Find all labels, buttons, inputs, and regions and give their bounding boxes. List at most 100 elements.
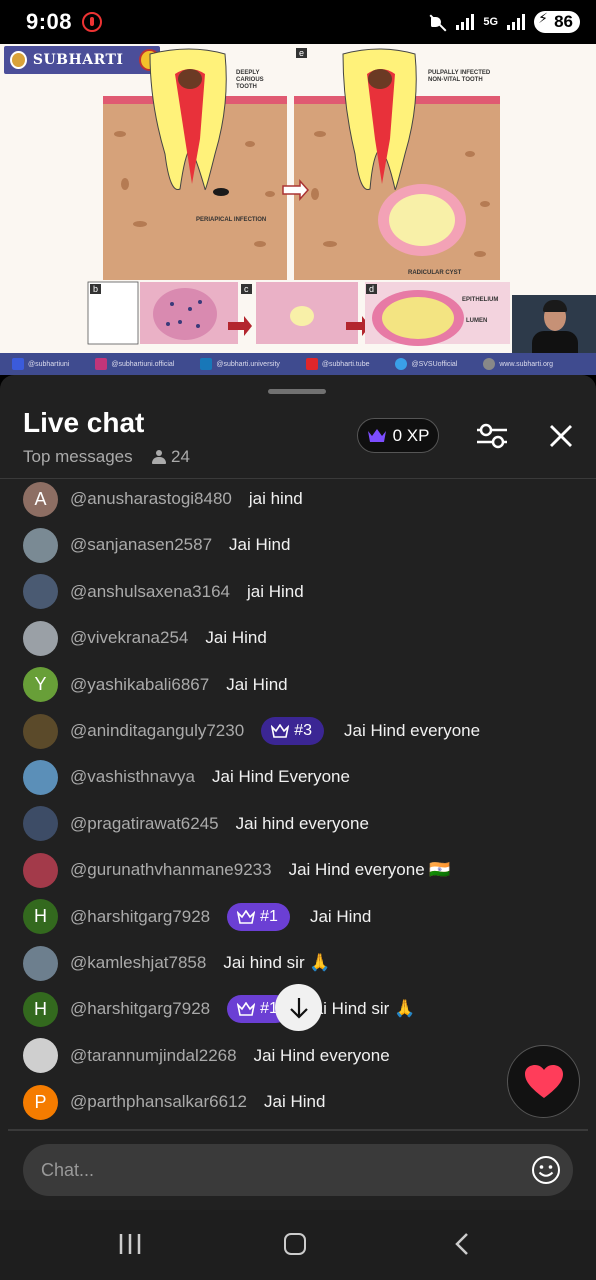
social-linkedin: @subharti.university — [200, 358, 280, 370]
avatar[interactable] — [23, 945, 58, 981]
avatar[interactable]: H — [23, 899, 58, 935]
avatar[interactable]: H — [23, 991, 58, 1027]
message-text: jai hind — [248, 489, 303, 508]
drag-handle[interactable] — [268, 389, 326, 394]
message-author[interactable]: @kamleshjat7858 — [70, 953, 206, 973]
avatar[interactable] — [23, 759, 58, 795]
avatar[interactable] — [23, 574, 58, 610]
person-icon — [152, 449, 166, 465]
message-author[interactable]: @tarannumjindal2268 — [70, 1046, 237, 1066]
chat-message[interactable]: @gurunathvhanmane9233 Jai Hind everyone 🇮… — [23, 852, 451, 888]
rank-badge-label: #3 — [294, 722, 312, 739]
panel-label-b: b — [90, 284, 102, 294]
chat-message[interactable]: @anshulsaxena3164 jai Hind — [23, 574, 304, 610]
chat-message[interactable]: A @anusharastogi8480 jai hind — [23, 481, 303, 517]
message-author[interactable]: @anusharastogi8480 — [70, 489, 232, 509]
chat-message[interactable]: @vivekrana254 Jai Hind — [23, 620, 267, 656]
recents-icon — [119, 1234, 141, 1254]
avatar[interactable] — [23, 620, 58, 656]
scroll-to-bottom-button[interactable] — [275, 984, 322, 1031]
message-author[interactable]: @gurunathvhanmane9233 — [70, 860, 272, 880]
message-author[interactable]: @harshitgarg7928 — [70, 999, 210, 1019]
rank-badge: #1 — [227, 902, 290, 931]
message-text: Jai Hind — [229, 535, 291, 555]
xp-button[interactable]: 0 XP — [357, 418, 439, 453]
chat-message[interactable]: @kamleshjat7858 Jai hind sir 🙏 — [23, 945, 331, 981]
message-author[interactable]: @harshitgarg7928 — [70, 907, 210, 927]
label-pulpally-infected: PULPALLY INFECTED NON-VITAL TOOTH — [428, 70, 491, 83]
social-web-label: www.subharti.org — [499, 360, 554, 368]
social-linkedin-label: @subharti.university — [216, 360, 280, 368]
label-radicular-cyst: RADICULAR CYST — [408, 270, 462, 276]
avatar[interactable]: P — [23, 1084, 58, 1120]
avatar[interactable]: Y — [23, 667, 58, 703]
instagram-icon — [95, 358, 108, 370]
emoji-button[interactable] — [531, 1155, 561, 1185]
avatar[interactable] — [23, 527, 58, 563]
crown-icon — [271, 724, 290, 738]
back-button[interactable] — [452, 1232, 474, 1256]
label-deeply-carious: DEEPLY CARIOUS TOOTH — [236, 70, 264, 90]
message-author[interactable]: @sanjanasen2587 — [70, 535, 212, 555]
chat-message[interactable]: @vashisthnavya Jai Hind Everyone — [23, 759, 350, 795]
chat-message[interactable]: @sanjanasen2587 Jai Hind — [23, 527, 290, 563]
avatar[interactable] — [23, 713, 58, 749]
message-author[interactable]: @anshulsaxena3164 — [70, 582, 230, 602]
chat-message[interactable]: @aninditaganguly7230 #3 Jai Hind everyone — [23, 713, 480, 749]
chat-title: Live chat — [23, 407, 145, 438]
back-icon — [455, 1233, 468, 1255]
message-text: jai Hind — [247, 581, 304, 601]
message-author[interactable]: @vivekrana254 — [70, 628, 188, 648]
crown-icon — [367, 428, 387, 443]
crown-icon — [237, 909, 256, 924]
message-author[interactable]: @pragatirawat6245 — [70, 814, 219, 834]
sliders-icon — [477, 423, 507, 449]
rank-badge-label: #1 — [260, 907, 278, 925]
recents-button[interactable] — [118, 1233, 142, 1255]
globe-icon — [483, 358, 496, 370]
panel-label-d: d — [366, 284, 378, 294]
social-bar: @subhartiuni @subhartiuni.official @subh… — [0, 353, 596, 375]
input-divider — [8, 1129, 588, 1131]
chat-mode-selector[interactable]: Top messages — [23, 447, 133, 467]
message-author[interactable]: @yashikabali6867 — [70, 675, 209, 695]
chat-message[interactable]: Y @yashikabali6867 Jai Hind — [23, 667, 288, 703]
notification-icon — [82, 12, 103, 32]
message-text: Jai Hind — [309, 906, 372, 926]
chat-message[interactable]: H @harshitgarg7928 #1 jai Hind sir 🙏 — [23, 991, 415, 1027]
presenter-hair — [543, 300, 567, 312]
message-author[interactable]: @parthphansalkar6612 — [70, 1092, 247, 1112]
chat-message[interactable]: H @harshitgarg7928 #1 Jai Hind — [23, 899, 371, 935]
rank-badge: #3 — [261, 717, 324, 745]
social-youtube: @subharti.tube — [305, 358, 369, 370]
close-button[interactable] — [545, 419, 577, 453]
chat-input[interactable]: Chat... — [23, 1144, 573, 1196]
home-button[interactable] — [284, 1233, 306, 1255]
avatar[interactable] — [23, 1038, 58, 1074]
chat-message[interactable]: P @parthphansalkar6612 Jai Hind — [23, 1084, 325, 1120]
social-facebook: @subhartiuni — [12, 358, 69, 370]
message-text: Jai Hind everyone — [253, 1045, 390, 1065]
reaction-heart-button[interactable] — [507, 1045, 580, 1118]
status-icons: 5G 86 — [429, 11, 580, 33]
network-type: 5G — [483, 16, 499, 28]
live-chat-panel: Live chat Top messages 24 0 XP A @anushar… — [0, 375, 596, 1280]
filter-settings-button[interactable] — [474, 419, 510, 453]
message-author[interactable]: @aninditaganguly7230 — [70, 721, 244, 741]
panel-label-c: c — [241, 284, 252, 294]
social-instagram: @subhartiuni.official — [95, 358, 174, 370]
chat-message[interactable]: @tarannumjindal2268 Jai Hind everyone — [23, 1038, 390, 1074]
arrow-down-icon — [289, 997, 308, 1019]
status-time: 9:08 — [26, 9, 73, 34]
video-player[interactable]: SUBHARTI e b c d DEEPLY CARIOUS TOOTH PU… — [0, 44, 596, 375]
social-web: www.subharti.org — [483, 358, 553, 370]
message-author[interactable]: @vashisthnavya — [70, 767, 195, 787]
chat-message[interactable]: @pragatirawat6245 Jai hind everyone — [23, 806, 369, 842]
youtube-icon — [305, 358, 318, 370]
label-periapical: PERIAPICAL INFECTION — [196, 217, 267, 223]
avatar[interactable] — [23, 806, 58, 842]
avatar[interactable]: A — [23, 481, 58, 517]
chat-input-placeholder: Chat... — [41, 1159, 95, 1180]
avatar[interactable] — [23, 852, 58, 888]
message-text: Jai Hind — [226, 674, 288, 694]
